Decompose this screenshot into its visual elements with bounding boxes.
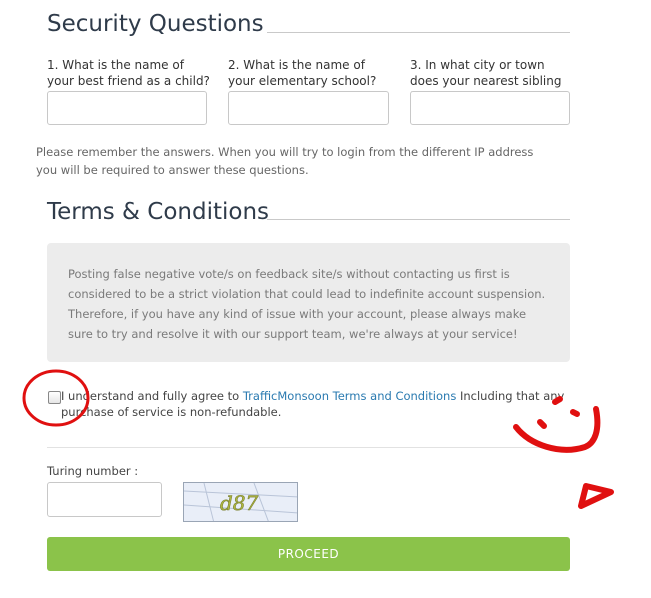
turing-label: Turing number : [47, 464, 139, 478]
answer-1-input[interactable] [47, 91, 207, 125]
terms-box: Posting false negative vote/s on feedbac… [47, 243, 570, 362]
form-divider [47, 447, 570, 448]
terms-link[interactable]: TrafficMonsoon Terms and Conditions [243, 389, 457, 403]
question-1-label: 1. What is the name of your best friend … [47, 58, 210, 88]
agree-label: I understand and fully agree to TrafficM… [61, 388, 581, 420]
security-title-rule [267, 32, 570, 33]
agree-checkbox[interactable] [48, 391, 61, 404]
terms-paragraph-2: Therefore, if you have any kind of issue… [68, 307, 527, 341]
answer-3-input[interactable] [410, 91, 570, 125]
security-questions-title: Security Questions [47, 11, 264, 37]
proceed-button[interactable]: PROCEED [47, 537, 570, 571]
terms-title: Terms & Conditions [47, 199, 270, 225]
agree-prefix: I understand and fully agree to [61, 389, 243, 403]
captcha-image: d87 [183, 482, 298, 522]
security-note: Please remember the answers. When you wi… [36, 145, 534, 177]
question-2-label: 2. What is the name of your elementary s… [228, 58, 377, 88]
terms-title-rule [267, 219, 570, 220]
answer-2-input[interactable] [228, 91, 389, 125]
turing-number-input[interactable] [47, 482, 162, 517]
captcha-text: d87 [220, 491, 259, 515]
terms-paragraph-1: Posting false negative vote/s on feedbac… [68, 267, 546, 301]
